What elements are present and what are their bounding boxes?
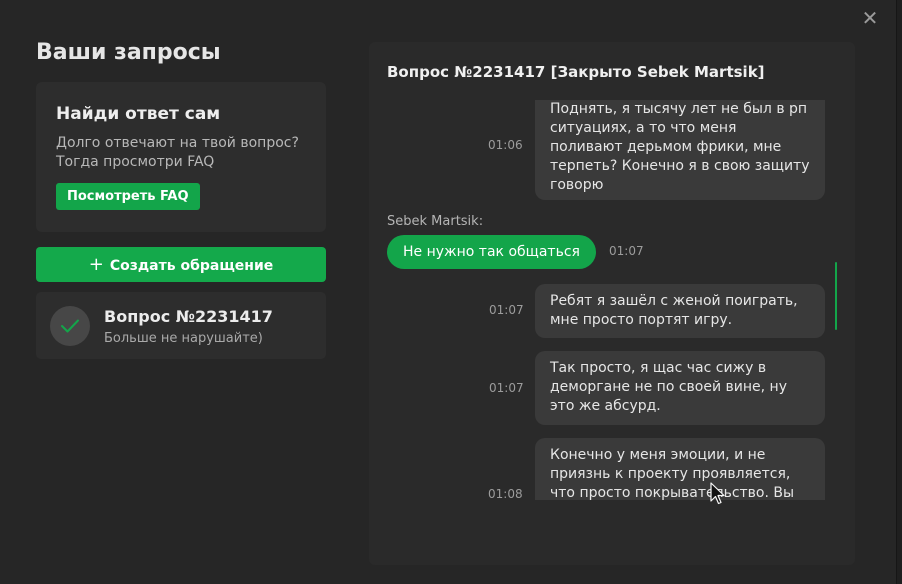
requests-window: ✕ Ваши запросы Найди ответ сам Долго отв…: [0, 0, 897, 584]
message-sender: Sebek Martsik:: [387, 214, 484, 229]
check-icon: [50, 306, 90, 346]
chat-title: Вопрос №2231417 [Закрыто Sebek Martsik]: [387, 63, 765, 81]
plus-icon: +: [88, 254, 104, 275]
message-time: 01:07: [489, 303, 524, 317]
message-time: 01:07: [609, 244, 644, 258]
chat-messages[interactable]: Поднять, я тысячу лет не был в рп ситуац…: [369, 100, 855, 500]
support-message-bubble: Не нужно так общаться: [387, 235, 596, 269]
faq-description: Долго отвечают на твой вопрос? Тогда про…: [56, 135, 299, 170]
view-faq-button[interactable]: Посмотреть FAQ: [56, 183, 200, 210]
mouse-cursor-icon: [710, 482, 725, 505]
message-time: 01:06: [488, 138, 523, 152]
chat-scrollbar[interactable]: [835, 262, 837, 330]
page-title: Ваши запросы: [36, 40, 221, 65]
create-request-label: Создать обращение: [109, 258, 274, 274]
message-text: Так просто, я щас час сижу в деморгане н…: [550, 360, 787, 414]
ticket-list-item[interactable]: Вопрос №2231417 Больше не нарушайте): [36, 292, 326, 359]
message-text: Поднять, я тысячу лет не был в рп ситуац…: [550, 101, 810, 193]
ticket-subtitle: Больше не нарушайте): [104, 331, 263, 346]
faq-title: Найди ответ сам: [56, 104, 221, 124]
message-time: 01:07: [489, 381, 524, 395]
message-time: 01:08: [488, 487, 523, 500]
create-request-button[interactable]: + Создать обращение: [36, 247, 326, 282]
message-bubble: Ребят я зашёл с женой поиграть, мне прос…: [535, 284, 825, 338]
faq-card: Найди ответ сам Долго отвечают на твой в…: [36, 82, 326, 232]
ticket-title: Вопрос №2231417: [104, 307, 273, 326]
message-text: Конечно у меня эмоции, и не приязнь к пр…: [550, 447, 795, 500]
message-text: Ребят я зашёл с женой поиграть, мне прос…: [550, 293, 798, 328]
close-icon[interactable]: ✕: [858, 6, 882, 30]
chat-panel: Вопрос №2231417 [Закрыто Sebek Martsik] …: [369, 42, 855, 565]
message-bubble: Конечно у меня эмоции, и не приязнь к пр…: [535, 438, 825, 500]
message-bubble: Поднять, я тысячу лет не был в рп ситуац…: [535, 100, 825, 200]
message-bubble: Так просто, я щас час сижу в деморгане н…: [535, 351, 825, 425]
